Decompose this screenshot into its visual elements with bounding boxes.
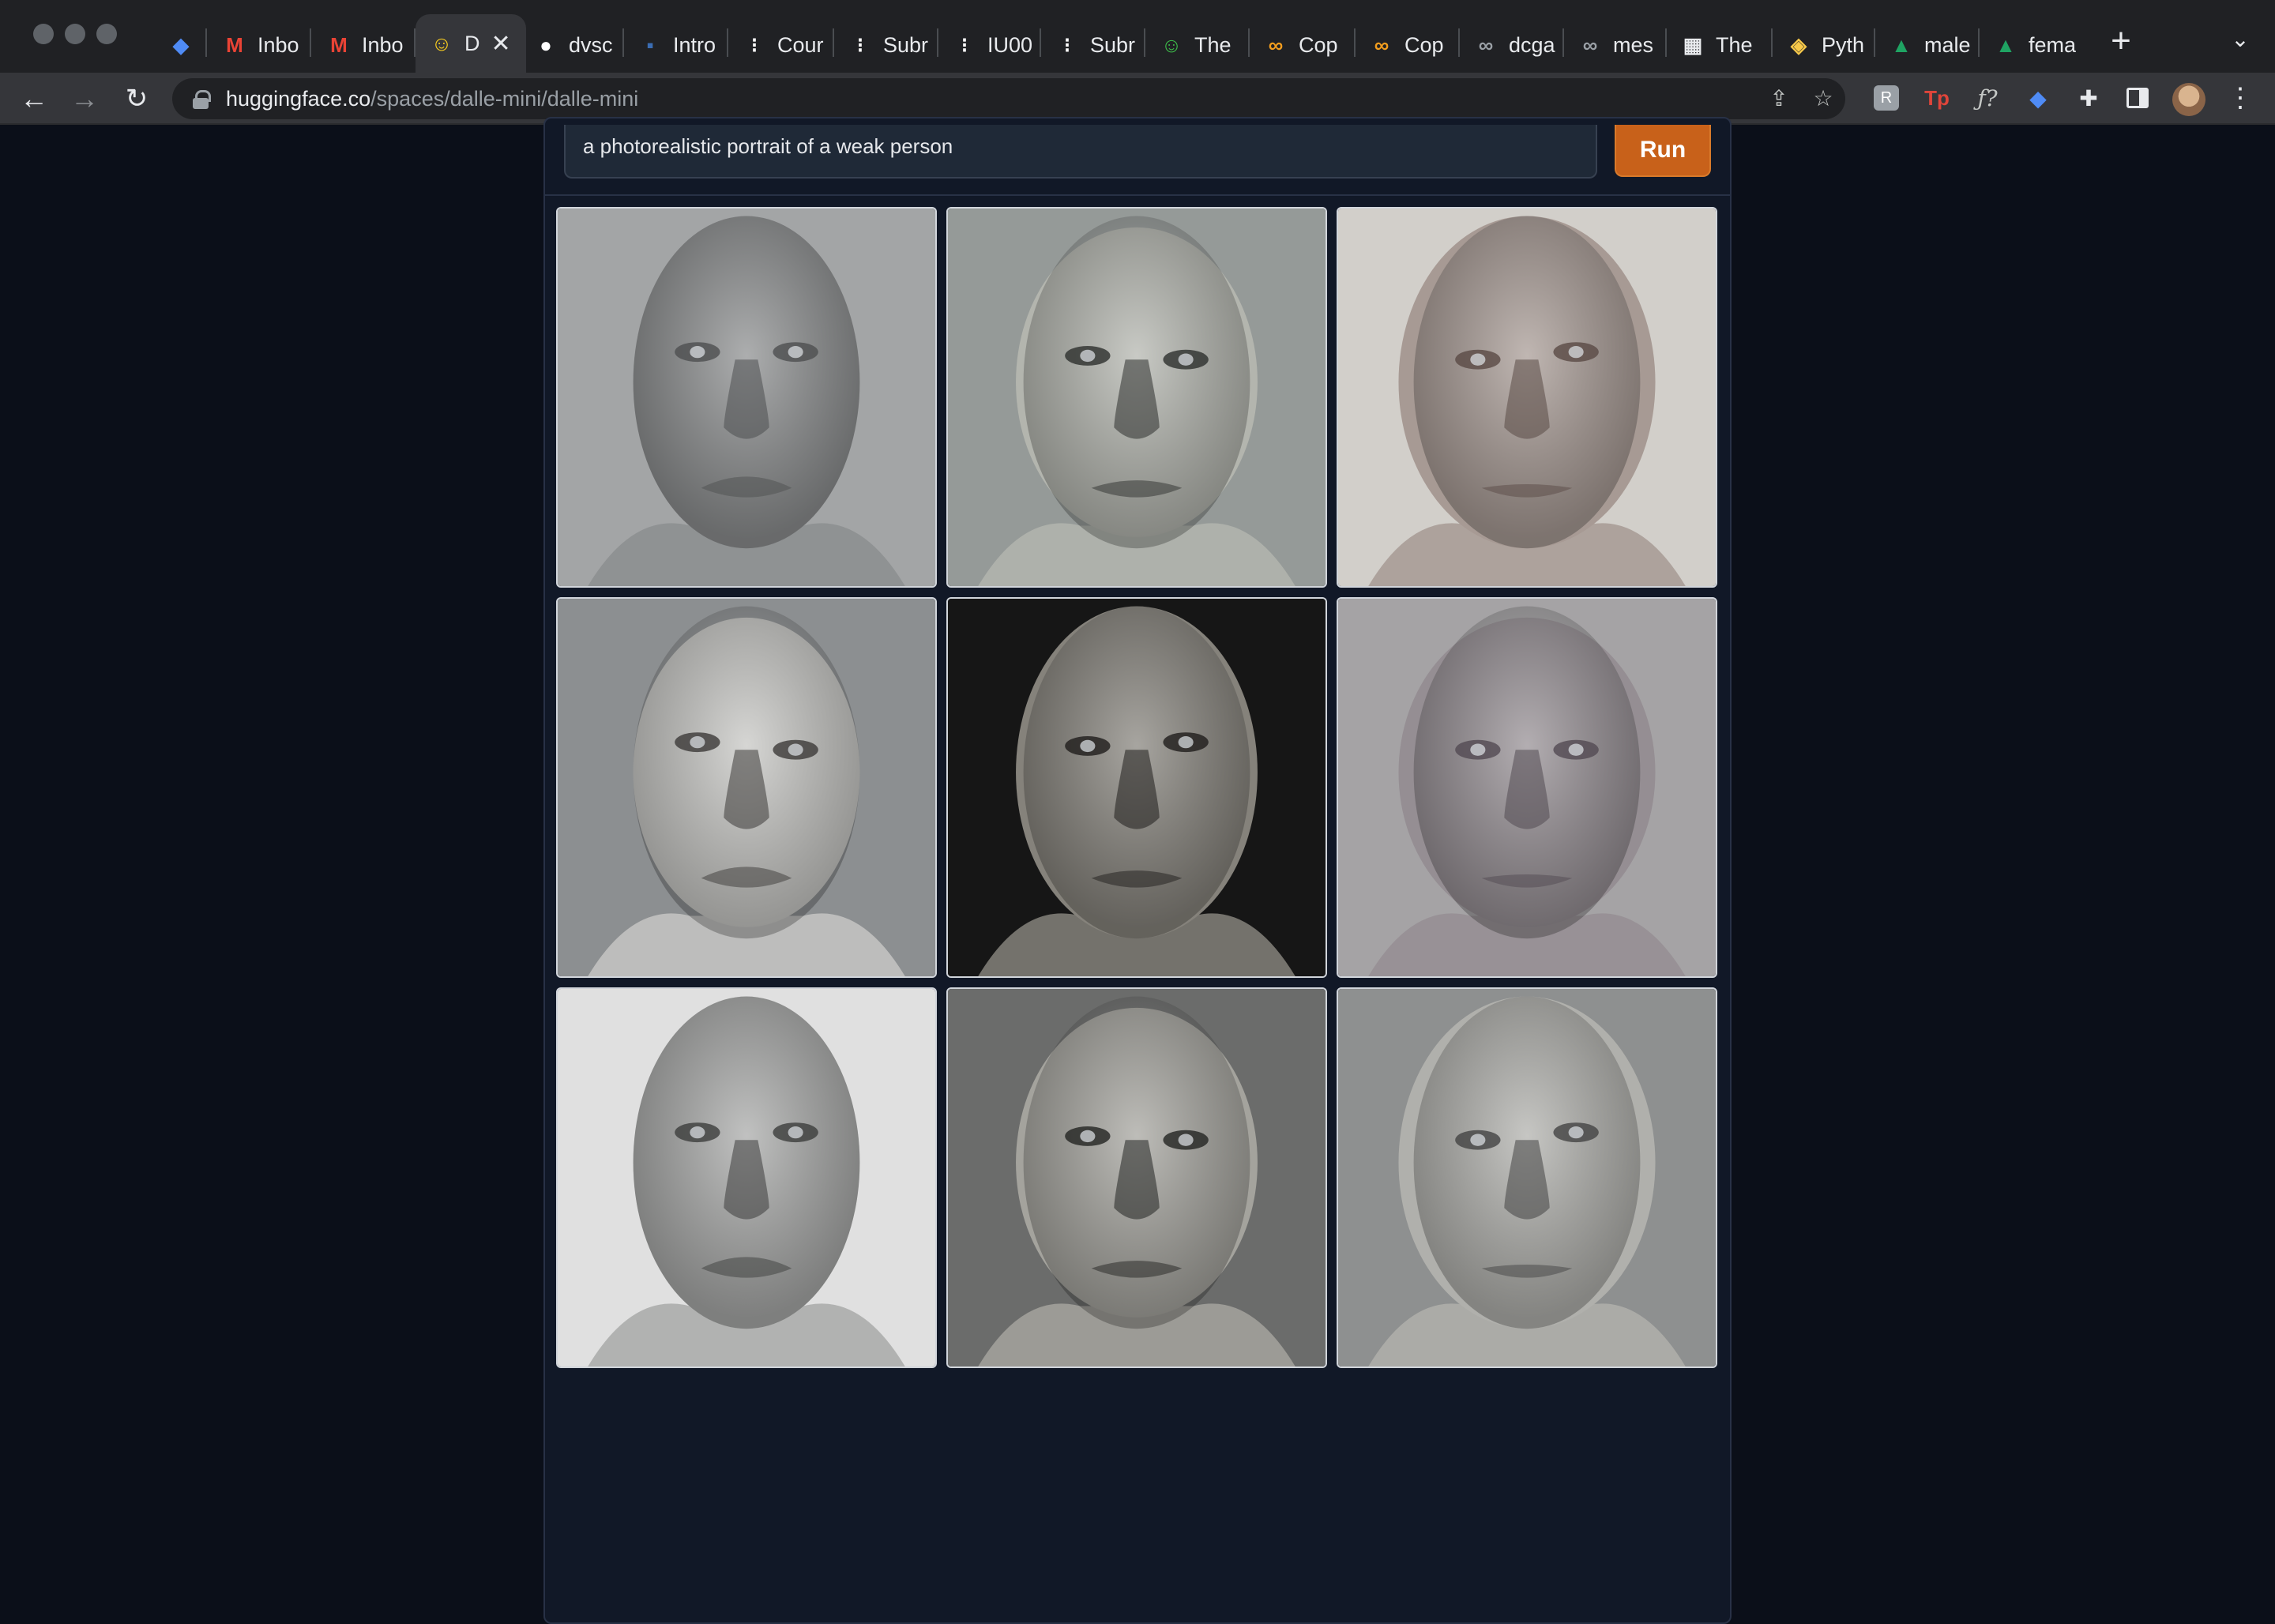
github-icon: ●	[540, 32, 552, 57]
side-panel-icon[interactable]	[2122, 82, 2153, 114]
extension-gem-icon[interactable]: ◆	[2022, 82, 2054, 114]
forward-button[interactable]: →	[66, 81, 103, 117]
address-bar[interactable]: huggingface.co/spaces/dalle-mini/dalle-m…	[172, 78, 1845, 119]
run-button[interactable]: Run	[1615, 125, 1711, 177]
qr-icon: ▦	[1683, 32, 1703, 57]
python-icon: ◈	[1791, 32, 1807, 57]
infinity-icon: ∞	[1374, 32, 1389, 57]
tab-label: fema	[2029, 32, 2077, 57]
profile-avatar[interactable]	[2172, 83, 2205, 116]
close-tab-icon[interactable]: ✕	[491, 30, 511, 58]
panel-divider	[545, 194, 1730, 196]
browser-tab[interactable]: M Inbo	[313, 17, 416, 73]
browser-tab[interactable]: ☺ The	[1145, 17, 1250, 73]
browser-tab[interactable]: M Inbo	[209, 17, 311, 73]
url-path: /spaces/dalle-mini/dalle-mini	[370, 86, 639, 111]
gmail-icon: M	[330, 32, 348, 57]
tab-label: Cop	[1404, 32, 1444, 57]
tab-label: Subr	[883, 32, 929, 57]
extension-r-icon[interactable]: R	[1871, 82, 1902, 114]
smiley-icon: ☺	[1160, 32, 1183, 57]
browser-tab[interactable]: ▪ Intro	[624, 17, 728, 73]
tab-label: Cop	[1299, 32, 1338, 57]
tab-strip: ◆ M Inbo M Inbo ☺ D ✕ ● dvsc ▪ Intro ⁝ Cour ⁝ Subr ⁝ IU00…	[0, 0, 2275, 73]
tab-label: dcga	[1509, 32, 1555, 57]
back-button[interactable]: ←	[16, 81, 52, 117]
browser-tab[interactable]: ⁝ IU00	[938, 17, 1041, 73]
browser-tab[interactable]: ▦ The	[1667, 17, 1773, 73]
maximize-window-button[interactable]	[96, 24, 117, 44]
tab-label: Pyth	[1822, 32, 1865, 57]
browser-tab[interactable]: ∞ dcga	[1460, 17, 1564, 73]
notion-icon: ⁝	[750, 32, 758, 57]
browser-tab[interactable]: ∞ Cop	[1250, 17, 1356, 73]
browser-tab[interactable]: ▲ fema	[1980, 17, 2084, 73]
new-tab-button[interactable]: +	[2101, 22, 2141, 62]
image-gallery	[556, 207, 1720, 1378]
url-host: huggingface.co	[226, 86, 371, 111]
extension-tp-icon[interactable]: Tp	[1921, 82, 1953, 114]
gmail-icon: M	[226, 32, 243, 57]
lock-icon	[193, 90, 211, 109]
browser-tab[interactable]: ⁝ Subr	[834, 17, 938, 73]
tab-search-chevron-icon[interactable]: ⌄	[2224, 24, 2256, 55]
drive-icon: ▲	[1995, 32, 2016, 57]
browser-tab[interactable]: ● dvsc	[520, 17, 624, 73]
tab-label: Intro	[673, 32, 716, 57]
hugging-face-icon: ☺	[431, 31, 453, 55]
browser-tab[interactable]: ⁝ Subr	[1041, 17, 1145, 73]
generated-face-7[interactable]	[556, 987, 937, 1368]
tab-label: mes	[1613, 32, 1654, 57]
minimize-window-button[interactable]	[65, 24, 85, 44]
browser-tab[interactable]: ∞ mes	[1564, 17, 1667, 73]
tab-label: dvsc	[569, 32, 613, 57]
close-window-button[interactable]	[33, 24, 54, 44]
tab-label: IU00	[987, 32, 1033, 57]
tab-label: male	[1924, 32, 1971, 57]
generated-face-9[interactable]	[1337, 987, 1717, 1368]
bookmark-star-icon[interactable]: ☆	[1809, 85, 1837, 113]
gem-icon: ◆	[173, 32, 189, 57]
tab-label: Inbo	[258, 32, 299, 57]
browser-menu-icon[interactable]: ⋮	[2224, 82, 2256, 114]
infinity-icon: ∞	[1478, 32, 1494, 57]
infinity-icon: ∞	[1268, 32, 1284, 57]
drive-icon: ▲	[1891, 32, 1912, 57]
tab-label: The	[1194, 32, 1232, 57]
generated-face-3[interactable]	[1337, 207, 1717, 588]
browser-tab[interactable]: ◆	[155, 17, 207, 73]
prompt-input[interactable]: a photorealistic portrait of a weak pers…	[564, 125, 1597, 179]
browser-tab[interactable]: ∞ Cop	[1356, 17, 1460, 73]
tab-label: Subr	[1090, 32, 1136, 57]
browser-tab[interactable]: ☺ D ✕	[416, 14, 526, 73]
generated-face-5[interactable]	[946, 597, 1327, 978]
generated-face-8[interactable]	[946, 987, 1327, 1368]
notion-icon: ⁝	[961, 32, 968, 57]
browser-tab[interactable]: ⁝ Cour	[728, 17, 834, 73]
infinity-icon: ∞	[1582, 32, 1598, 57]
share-icon[interactable]: ⇪	[1765, 85, 1793, 113]
tab-label: D	[464, 31, 480, 55]
browser-tab[interactable]: ◈ Pyth	[1773, 17, 1875, 73]
tab-label: Cour	[777, 32, 824, 57]
notion-icon: ⁝	[1063, 32, 1071, 57]
generated-face-1[interactable]	[556, 207, 937, 588]
tab-label: Inbo	[362, 32, 404, 57]
tab-label: The	[1716, 32, 1753, 57]
notion-icon: ⁝	[856, 32, 864, 57]
page-viewport: a photorealistic portrait of a weak pers…	[0, 117, 2275, 1624]
extension-formula-icon[interactable]: ƒ?	[1972, 82, 2003, 114]
browser-tab[interactable]: ▲ male	[1875, 17, 1980, 73]
extensions-puzzle-icon[interactable]: ✚	[2073, 82, 2104, 114]
generated-face-4[interactable]	[556, 597, 937, 978]
tds-icon: ▪	[646, 32, 654, 57]
generated-face-6[interactable]	[1337, 597, 1717, 978]
generated-face-2[interactable]	[946, 207, 1327, 588]
reload-button[interactable]: ↻	[118, 81, 155, 117]
